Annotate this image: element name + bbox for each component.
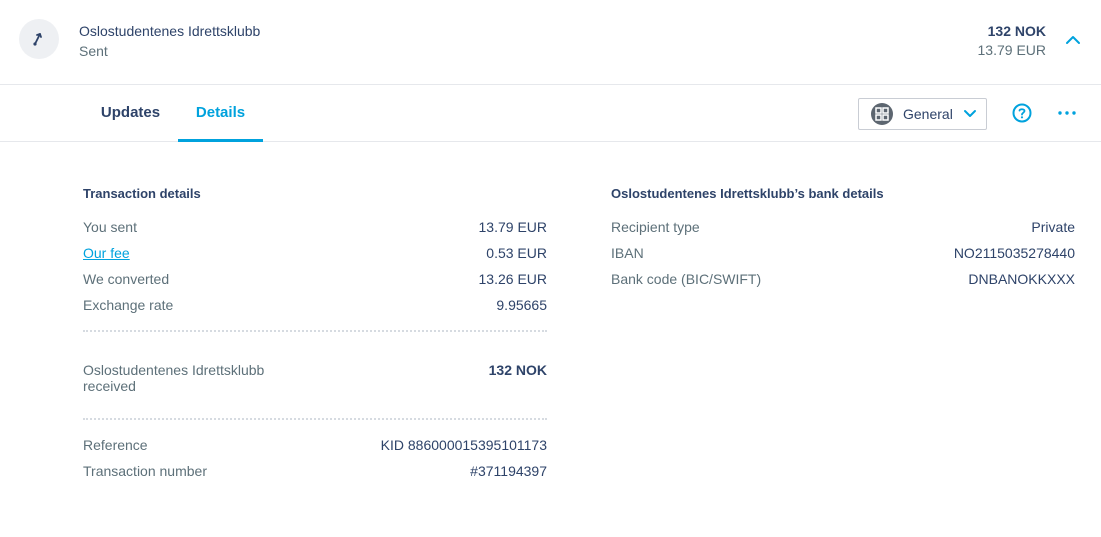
our-fee-link[interactable]: Our fee (83, 245, 130, 261)
recipient-type-value: Private (1031, 219, 1075, 235)
you-sent-label: You sent (83, 219, 137, 235)
grid-icon (871, 103, 893, 125)
transaction-details-title: Transaction details (83, 186, 201, 201)
view-select-label: General (903, 106, 953, 122)
tab-updates[interactable]: Updates (83, 85, 178, 141)
reference-label: Reference (83, 437, 148, 453)
received-value: 132 NOK (488, 362, 547, 378)
bank-details-title: Oslostudentenes Idrettsklubb’s bank deta… (611, 186, 884, 201)
recipient-name: Oslostudentenes Idrettsklubb (79, 23, 261, 39)
amount-sent: 13.79 EUR (977, 42, 1046, 58)
our-fee-value: 0.53 EUR (486, 245, 547, 261)
received-label-line1: Oslostudentenes Idrettsklubb (83, 362, 265, 378)
transaction-number-label: Transaction number (83, 463, 207, 479)
question-circle-icon[interactable] (1012, 103, 1032, 123)
received-label-line2: received (83, 378, 136, 394)
transfer-header[interactable]: Oslostudentenes Idrettsklubb Sent 132 NO… (0, 0, 1101, 85)
recipient-type-label: Recipient type (611, 219, 700, 235)
reference-value: KID 886000015395101173 (380, 437, 547, 453)
more-dots-icon[interactable] (1056, 108, 1078, 118)
you-sent-value: 13.79 EUR (478, 219, 547, 235)
divider (83, 330, 547, 332)
divider (83, 418, 547, 420)
transfer-avatar (19, 19, 59, 59)
arrow-up-right-icon (33, 33, 42, 46)
transaction-number-value: #371194397 (470, 463, 547, 479)
we-converted-label: We converted (83, 271, 170, 287)
chevron-up-icon[interactable] (1064, 33, 1082, 47)
amount-received: 132 NOK (987, 23, 1046, 39)
bank-code-label: Bank code (BIC/SWIFT) (611, 271, 762, 287)
we-converted-value: 13.26 EUR (478, 271, 547, 287)
exchange-rate-label: Exchange rate (83, 297, 174, 313)
exchange-rate-value: 9.95665 (496, 297, 547, 313)
iban-label: IBAN (611, 245, 644, 261)
iban-value: NO2115035278440 (953, 245, 1075, 261)
chevron-down-icon (964, 110, 976, 117)
view-select-dropdown[interactable]: General (858, 98, 987, 130)
transfer-status: Sent (79, 43, 108, 59)
bank-code-value: DNBANOKKXXX (968, 271, 1075, 287)
tab-details[interactable]: Details (178, 85, 263, 142)
